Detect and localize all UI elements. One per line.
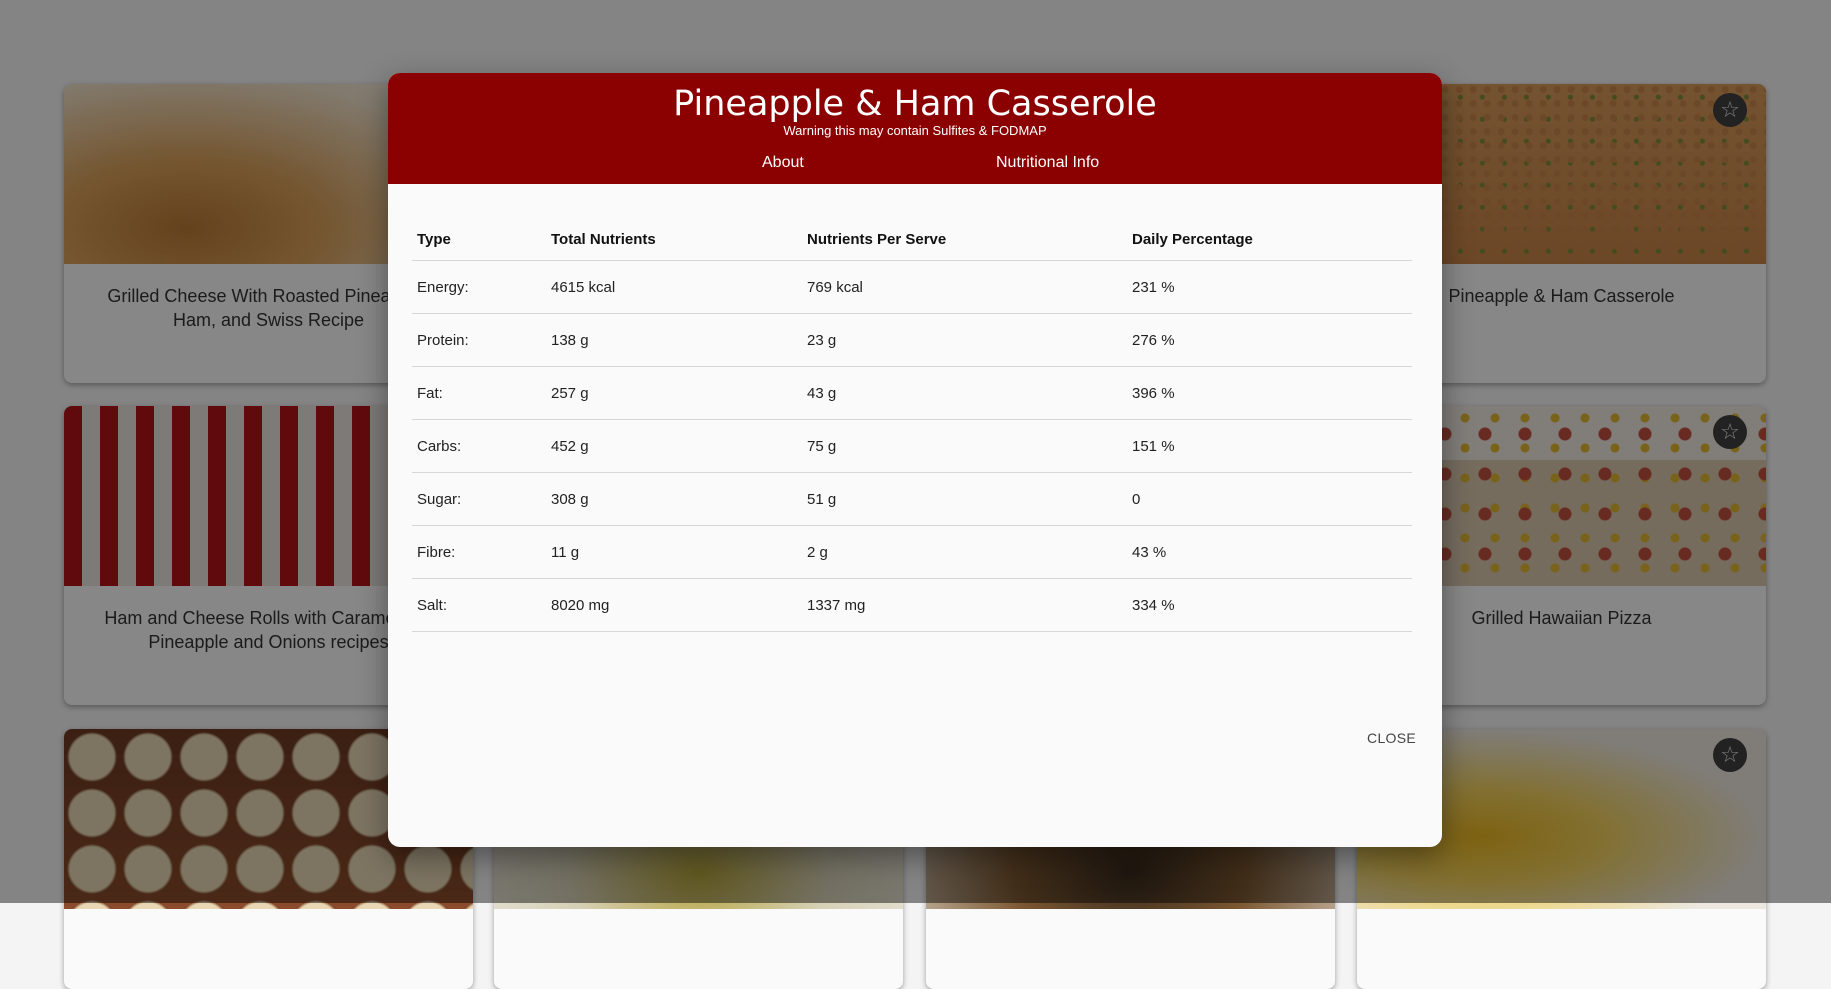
nutrients-per-serve: 769 kcal <box>807 279 863 296</box>
nutrients-per-serve: 2 g <box>807 544 828 561</box>
allergen-warning: Warning this may contain Sulfites & FODM… <box>783 123 1047 138</box>
table-row: Salt: 8020 mg 1337 mg 334 % <box>412 579 1412 632</box>
total-nutrients: 308 g <box>551 491 589 508</box>
nutrient-type: Carbs: <box>417 438 462 455</box>
daily-percentage: 0 <box>1132 491 1141 508</box>
total-nutrients: 11 g <box>551 544 580 561</box>
total-nutrients: 8020 mg <box>551 597 610 614</box>
nutrient-type: Fat: <box>417 385 443 402</box>
nutrient-type: Energy: <box>417 279 469 296</box>
close-button[interactable]: CLOSE <box>1367 730 1416 746</box>
table-row: Carbs: 452 g 75 g 151 % <box>412 420 1412 473</box>
modal-header: Pineapple & Ham Casserole Warning this m… <box>388 73 1442 184</box>
table-row: Protein: 138 g 23 g 276 % <box>412 314 1412 367</box>
total-nutrients: 138 g <box>551 332 589 349</box>
daily-percentage: 396 % <box>1132 385 1175 402</box>
daily-percentage: 231 % <box>1132 279 1175 296</box>
modal-title: Pineapple & Ham Casserole <box>673 84 1157 124</box>
table-row: Fibre: 11 g 2 g 43 % <box>412 526 1412 579</box>
nutrients-per-serve: 1337 mg <box>807 597 866 614</box>
table-header-row: Type Total Nutrients Nutrients Per Serve… <box>412 204 1412 261</box>
table-row: Sugar: 308 g 51 g 0 <box>412 473 1412 526</box>
total-nutrients: 452 g <box>551 438 589 455</box>
daily-percentage: 276 % <box>1132 332 1175 349</box>
tab-nutritional-info[interactable]: Nutritional Info <box>996 153 1099 183</box>
recipe-modal: Pineapple & Ham Casserole Warning this m… <box>388 73 1442 847</box>
daily-percentage: 334 % <box>1132 597 1175 614</box>
total-nutrients: 4615 kcal <box>551 279 616 296</box>
daily-percentage: 43 % <box>1132 544 1167 561</box>
nutrient-type: Fibre: <box>417 544 456 561</box>
daily-percentage: 151 % <box>1132 438 1175 455</box>
nutrient-type: Salt: <box>417 597 448 614</box>
nutrients-per-serve: 75 g <box>807 438 837 455</box>
total-nutrients: 257 g <box>551 385 589 402</box>
nutrients-per-serve: 51 g <box>807 491 837 508</box>
nutrients-per-serve: 23 g <box>807 332 837 349</box>
table-row: Energy: 4615 kcal 769 kcal 231 % <box>412 261 1412 314</box>
nutrients-per-serve: 43 g <box>807 385 837 402</box>
nutrient-type: Sugar: <box>417 491 462 508</box>
tab-about[interactable]: About <box>762 153 804 183</box>
nutrient-type: Protein: <box>417 332 469 349</box>
nutrition-table: Type Total Nutrients Nutrients Per Serve… <box>412 204 1412 632</box>
table-row: Fat: 257 g 43 g 396 % <box>412 367 1412 420</box>
